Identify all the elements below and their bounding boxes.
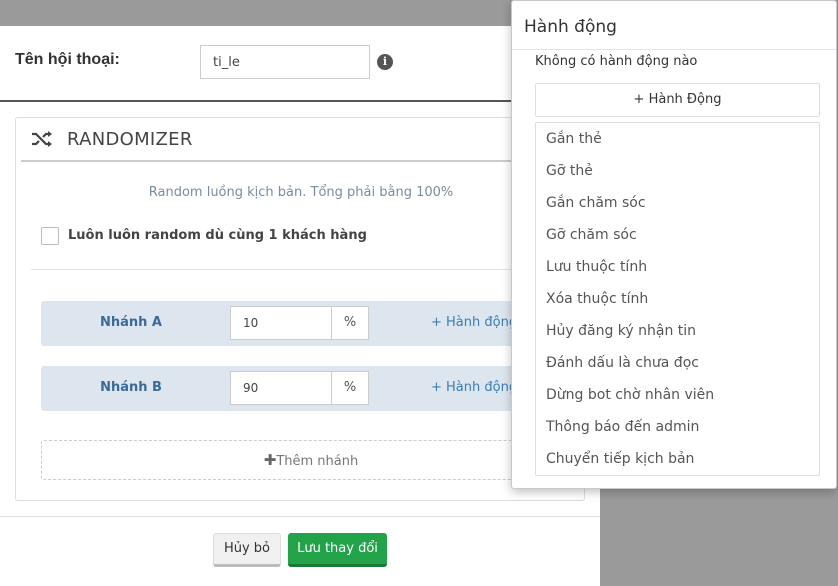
randomizer-panel: RANDOMIZER Random luồng kịch bản. Tổng p…	[15, 117, 585, 501]
percent-addon: %	[331, 371, 369, 405]
panel-description: Random luồng kịch bản. Tổng phải bằng 10…	[148, 185, 454, 200]
info-icon[interactable]: i	[377, 54, 393, 70]
branch-percent-input[interactable]	[230, 371, 332, 405]
randomizer-modal: Tên hội thoại: i RANDOMIZER Random luồng…	[0, 26, 600, 586]
action-popover: Hành động Không có hành động nào + Hành …	[511, 0, 837, 489]
shuffle-icon	[32, 131, 52, 147]
action-item-remove-care[interactable]: Gỡ chăm sóc	[536, 219, 819, 251]
panel-header: RANDOMIZER	[21, 118, 581, 162]
branch-name: Nhánh B	[100, 380, 162, 395]
backdrop	[0, 0, 510, 26]
action-item-delete-attribute[interactable]: Xóa thuộc tính	[536, 283, 819, 315]
divider	[31, 269, 571, 270]
cancel-button[interactable]: Hủy bỏ	[213, 533, 281, 567]
modal-header: Tên hội thoại: i	[0, 26, 600, 102]
add-branch-button[interactable]: ✚Thêm nhánh	[41, 440, 581, 480]
save-changes-button[interactable]: Lưu thay đổi	[288, 533, 387, 567]
add-action-button[interactable]: + Hành Động	[535, 83, 820, 117]
panel-title: RANDOMIZER	[67, 129, 193, 150]
no-actions-text: Không có hành động nào	[535, 54, 698, 69]
plus-icon: ✚	[263, 451, 277, 469]
action-item-notify-admin[interactable]: Thông báo đến admin	[536, 411, 819, 443]
action-item-save-attribute[interactable]: Lưu thuộc tính	[536, 251, 819, 283]
action-item-mark-unread[interactable]: Đánh dấu là chưa đọc	[536, 347, 819, 379]
action-type-list: Gắn thẻ Gỡ thẻ Gắn chăm sóc Gỡ chăm sóc …	[535, 122, 820, 476]
action-item-add-tag[interactable]: Gắn thẻ	[536, 123, 819, 155]
conversation-name-label: Tên hội thoại:	[15, 51, 120, 68]
branch-row: Nhánh B % + Hành động	[41, 366, 541, 411]
branch-name: Nhánh A	[99, 315, 162, 330]
action-item-forward-script[interactable]: Chuyển tiếp kịch bản	[536, 443, 819, 475]
action-item-assign-care[interactable]: Gắn chăm sóc	[536, 187, 819, 219]
percent-addon: %	[331, 306, 369, 340]
modal-footer: Hủy bỏ Lưu thay đổi	[0, 516, 600, 586]
branch-row: Nhánh A % + Hành động	[41, 301, 541, 346]
popover-title: Hành động	[512, 1, 836, 50]
branch-add-action-link[interactable]: + Hành động	[431, 315, 517, 330]
action-item-remove-tag[interactable]: Gỡ thẻ	[536, 155, 819, 187]
action-item-unsubscribe[interactable]: Hủy đăng ký nhận tin	[536, 315, 819, 347]
always-random-checkbox[interactable]	[41, 227, 59, 245]
add-branch-label: Thêm nhánh	[276, 454, 359, 469]
conversation-name-input[interactable]	[200, 45, 370, 79]
branch-add-action-link[interactable]: + Hành động	[431, 380, 517, 395]
action-item-stop-bot[interactable]: Dừng bot chờ nhân viên	[536, 379, 819, 411]
always-random-label[interactable]: Luôn luôn random dù cùng 1 khách hàng	[68, 228, 367, 243]
branch-percent-input[interactable]	[230, 306, 332, 340]
